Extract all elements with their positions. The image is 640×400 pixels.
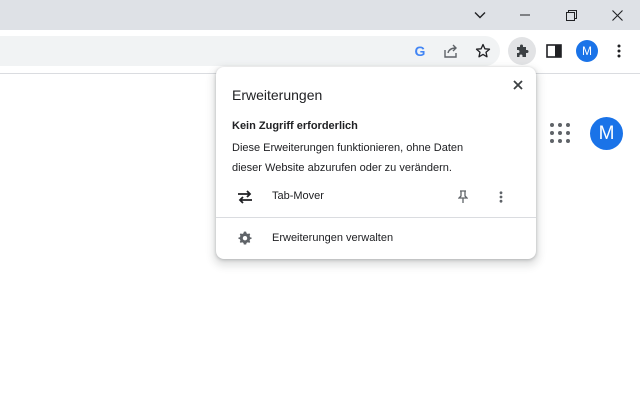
share-button[interactable] (437, 37, 465, 65)
close-icon (513, 80, 523, 90)
restore-icon (565, 9, 577, 21)
google-icon: G (414, 43, 426, 59)
more-vert-icon (617, 44, 621, 58)
section-heading: Kein Zugriff erforderlich (232, 120, 358, 132)
close-window-button[interactable] (594, 0, 640, 30)
popup-title: Erweiterungen (232, 87, 323, 103)
close-icon (611, 9, 623, 21)
tab-search-button[interactable] (457, 0, 503, 30)
gear-icon (238, 231, 252, 245)
apps-grid-button[interactable] (549, 122, 571, 144)
more-vert-icon (499, 191, 503, 203)
profile-button[interactable]: M (573, 37, 601, 65)
chevron-down-icon (474, 12, 486, 19)
extension-menu-button[interactable] (490, 186, 512, 208)
pin-icon (458, 190, 468, 203)
minimize-icon (520, 14, 530, 16)
swap-arrows-icon (238, 190, 252, 204)
side-panel-icon (546, 44, 562, 58)
menu-button[interactable] (605, 37, 633, 65)
title-bar (0, 0, 640, 30)
restore-button[interactable] (548, 0, 594, 30)
section-description: Diese Erweiterungen funktionieren, ohne … (232, 142, 464, 174)
extensions-button[interactable] (508, 37, 536, 65)
manage-extensions-label: Erweiterungen verwalten (272, 232, 394, 244)
divider (216, 217, 536, 218)
extension-row[interactable]: Tab-Mover (216, 185, 536, 209)
extensions-popup: Erweiterungen Kein Zugriff erforderlich … (216, 67, 536, 259)
google-lens-button[interactable]: G (406, 37, 434, 65)
page-profile-avatar[interactable]: M (590, 117, 623, 150)
avatar: M (576, 40, 598, 62)
extension-name: Tab-Mover (272, 190, 324, 202)
popup-close-button[interactable] (508, 75, 528, 95)
pin-extension-button[interactable] (452, 186, 474, 208)
share-icon (444, 44, 457, 58)
minimize-button[interactable] (502, 0, 548, 30)
puzzle-icon (517, 44, 529, 57)
bookmark-button[interactable] (469, 37, 497, 65)
manage-extensions-button[interactable]: Erweiterungen verwalten (216, 227, 536, 251)
side-panel-button[interactable] (540, 37, 568, 65)
star-icon (475, 43, 491, 58)
